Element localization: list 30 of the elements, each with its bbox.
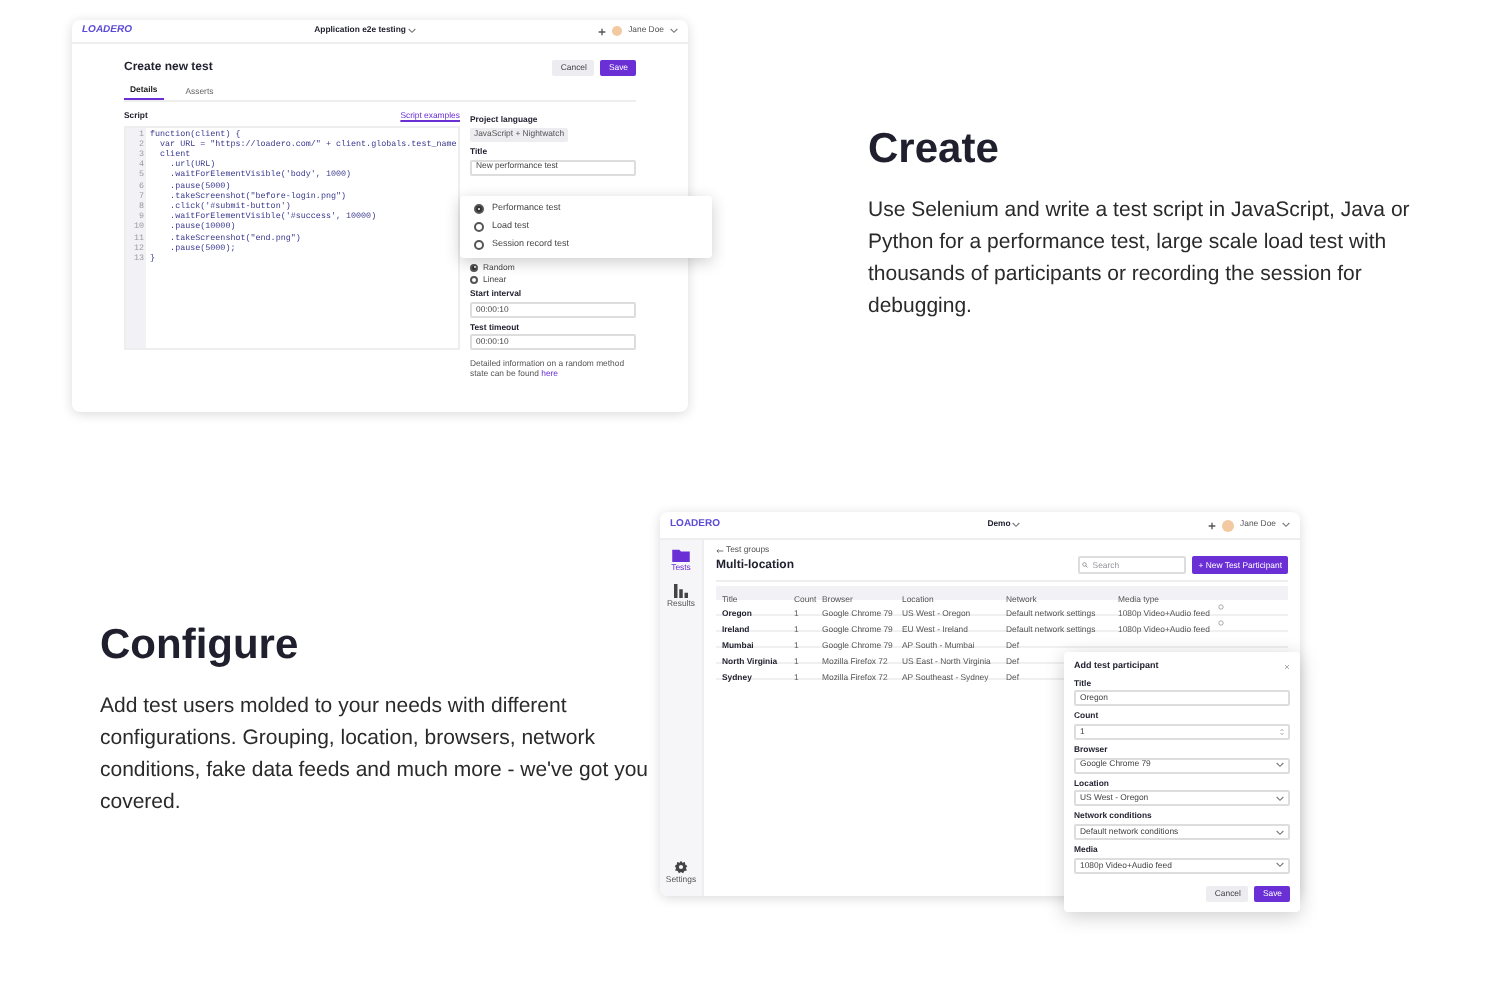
caret-icon [670, 28, 678, 34]
caret-icon [1276, 862, 1284, 869]
folder-icon [672, 548, 690, 562]
caret-icon [1276, 795, 1284, 802]
bar-chart-icon [674, 584, 688, 599]
row-action-icon [1218, 604, 1224, 611]
back-arrow-icon [716, 547, 724, 554]
radio-button[interactable] [469, 275, 479, 285]
caret-icon [1276, 829, 1284, 836]
radio-button[interactable] [474, 240, 484, 250]
search-icon [1082, 562, 1089, 569]
close-icon [1284, 663, 1290, 670]
radio-button[interactable] [469, 263, 479, 273]
caret-icon [407, 27, 416, 34]
avatar-icon [612, 26, 623, 36]
settings-icon [673, 859, 688, 874]
caret-icon [1276, 762, 1284, 769]
caret-icon [1012, 521, 1021, 528]
row-action-icon [1218, 620, 1224, 627]
radio-button[interactable] [474, 222, 484, 232]
radio-button[interactable] [474, 204, 484, 214]
plus-icon [598, 27, 607, 35]
section-heading: Configure [100, 624, 301, 666]
plus-icon [1208, 521, 1217, 529]
section-description: Add test users molded to your needs with different configurations. Grouping, location, browsers, network conditions, fake data feeds and much more - we've got you covered. [100, 692, 650, 818]
avatar-icon [1222, 519, 1235, 531]
code-editor[interactable] [124, 125, 460, 350]
caret-icon [1281, 522, 1290, 528]
section-heading: Create [868, 128, 1001, 170]
section-description: Use Selenium and write a test script in JavaScript, Java or Python for a performance test, large scale load test with thousands of participants or recording the session for debugging. [868, 196, 1412, 322]
